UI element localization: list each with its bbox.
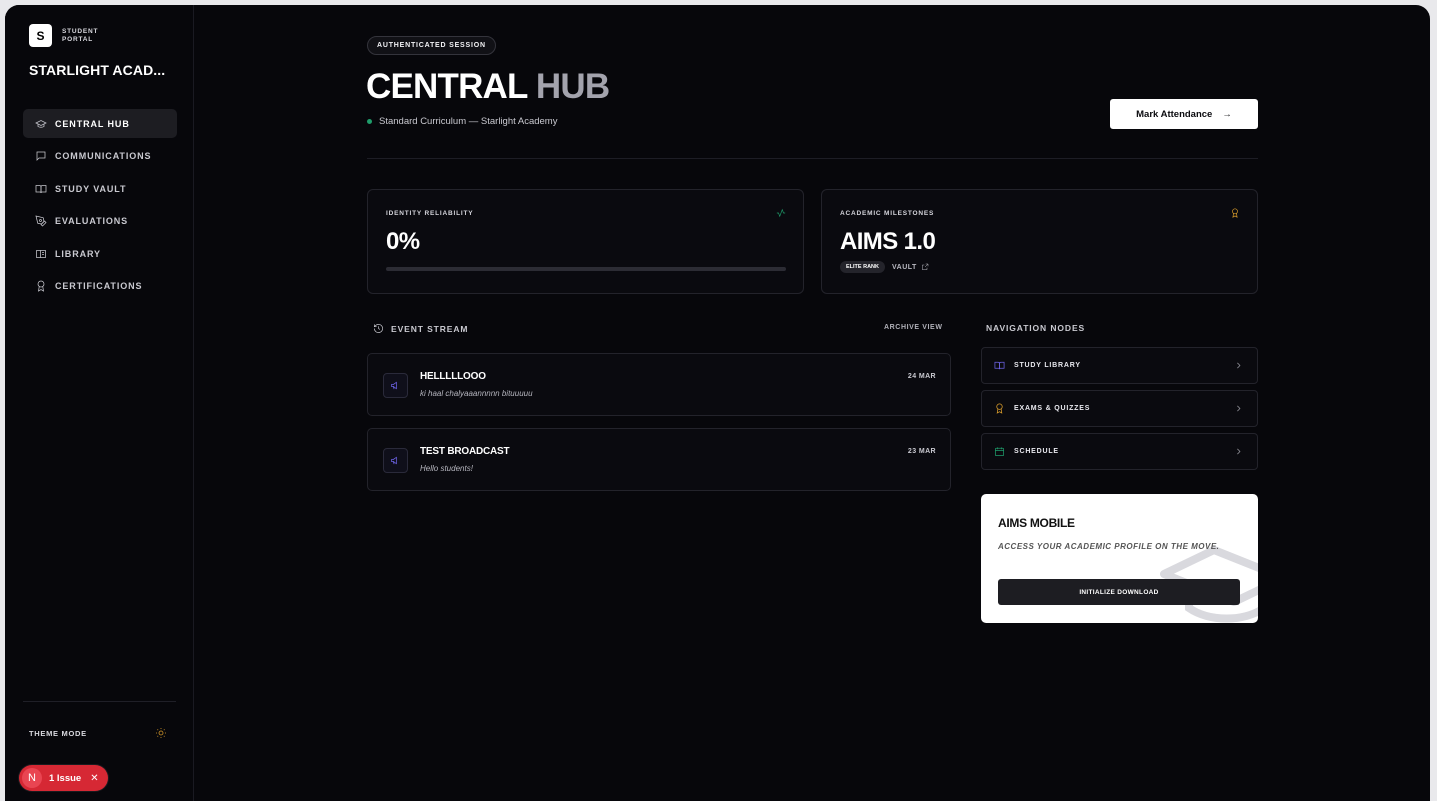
pen-tool-icon — [35, 215, 47, 227]
sidebar-item-label: CENTRAL HUB — [55, 118, 130, 129]
mark-attendance-button[interactable]: Mark Attendance → — [1110, 99, 1258, 129]
event-item[interactable]: TEST BROADCAST Hello students! 23 MAR — [367, 428, 951, 491]
brand-logo: S — [29, 24, 52, 47]
theme-toggle[interactable]: THEME MODE — [29, 727, 167, 739]
stat-label: ACADEMIC MILESTONES — [840, 210, 935, 217]
session-badge: AUTHENTICATED SESSION — [367, 36, 496, 55]
event-title: TEST BROADCAST — [420, 446, 510, 457]
next-logo-icon: N — [22, 768, 42, 788]
event-message: Hello students! — [420, 464, 473, 473]
activity-icon — [776, 208, 786, 218]
theme-mode-label: THEME MODE — [29, 728, 87, 738]
sidebar-item-label: COMMUNICATIONS — [55, 151, 152, 161]
sidebar-divider — [23, 701, 176, 702]
award-icon — [37, 280, 45, 292]
sidebar-item-label: CERTIFICATIONS — [55, 281, 143, 291]
archive-view-link[interactable]: ARCHIVE VIEW — [884, 324, 943, 331]
brand[interactable]: S STUDENT PORTAL — [29, 24, 112, 47]
nav-node-exams-quizzes[interactable]: EXAMS & QUIZZES — [981, 390, 1258, 427]
portal-label: STUDENT PORTAL — [62, 27, 99, 43]
library-book-icon — [36, 249, 46, 258]
external-link-icon — [921, 263, 929, 270]
sidebar-item-label: LIBRARY — [55, 248, 101, 259]
identity-progress-bar — [386, 267, 786, 271]
book-open-icon — [994, 361, 1005, 370]
event-date: 24 MAR — [907, 373, 936, 380]
sidebar-item-label: STUDY VAULT — [55, 183, 127, 194]
megaphone-icon — [383, 448, 408, 473]
nav-node-study-library[interactable]: STUDY LIBRARY — [981, 347, 1258, 384]
sidebar-item-certifications[interactable]: CERTIFICATIONS — [23, 272, 177, 301]
navigation-nodes-heading: NAVIGATION NODES — [986, 323, 1086, 333]
sidebar: S STUDENT PORTAL STARLIGHT ACAD... CENTR… — [5, 5, 194, 801]
nav-node-label: EXAMS & QUIZZES — [1014, 405, 1091, 412]
issue-count: 1 Issue — [49, 772, 82, 784]
sidebar-nav: CENTRAL HUB COMMUNICATIONS STUDY VAULT E… — [23, 109, 177, 304]
identity-reliability-value: 0% — [386, 228, 420, 255]
book-open-icon — [35, 184, 47, 193]
aims-mobile-card: AIMS MOBILE ACCESS YOUR ACADEMIC PROFILE… — [981, 494, 1258, 623]
sun-icon[interactable] — [155, 727, 167, 739]
sidebar-item-library[interactable]: LIBRARY — [23, 239, 177, 268]
sidebar-item-evaluations[interactable]: EVALUATIONS — [23, 207, 177, 236]
mobile-title: AIMS MOBILE — [998, 516, 1075, 530]
chevron-right-icon — [1237, 405, 1241, 412]
sidebar-item-communications[interactable]: COMMUNICATIONS — [23, 142, 177, 171]
page-subtitle: Standard Curriculum — Starlight Academy — [367, 116, 557, 127]
nav-node-schedule[interactable]: SCHEDULE — [981, 433, 1258, 470]
identity-reliability-card: IDENTITY RELIABILITY 0% — [367, 189, 804, 294]
sidebar-item-central-hub[interactable]: CENTRAL HUB — [23, 109, 177, 138]
issue-indicator[interactable]: N 1 Issue ✕ — [19, 765, 108, 791]
close-icon[interactable]: ✕ — [90, 773, 98, 784]
vault-link[interactable]: VAULT — [892, 263, 929, 271]
event-message: ki haal chalyaaannnnn bituuuuu — [420, 389, 533, 398]
stat-label: IDENTITY RELIABILITY — [386, 210, 474, 217]
event-date: 23 MAR — [907, 448, 936, 455]
rank-badge: ELITE RANK — [840, 261, 885, 273]
award-icon — [996, 403, 1003, 414]
event-stream-heading: EVENT STREAM — [373, 323, 468, 334]
nav-node-label: SCHEDULE — [1014, 448, 1059, 455]
rank-row: ELITE RANK VAULT — [840, 261, 929, 273]
message-square-icon — [36, 151, 46, 161]
school-name: STARLIGHT ACAD... — [29, 62, 166, 78]
chevron-right-icon — [1237, 448, 1241, 455]
sidebar-item-study-vault[interactable]: STUDY VAULT — [23, 174, 177, 203]
header-divider — [367, 158, 1258, 159]
mobile-description: ACCESS YOUR ACADEMIC PROFILE ON THE MOVE… — [998, 542, 1220, 551]
status-dot-icon — [367, 119, 372, 124]
sidebar-item-label: EVALUATIONS — [55, 216, 129, 226]
app-window: S STUDENT PORTAL STARLIGHT ACAD... CENTR… — [5, 5, 1430, 801]
arrow-right-icon: → — [1222, 108, 1232, 120]
chevron-right-icon — [1237, 362, 1241, 369]
award-icon — [1232, 208, 1238, 218]
nav-node-label: STUDY LIBRARY — [1014, 362, 1081, 369]
event-item[interactable]: HELLLLLOOO ki haal chalyaaannnnn bituuuu… — [367, 353, 951, 416]
graduation-cap-icon — [35, 119, 47, 128]
history-icon — [374, 324, 383, 333]
calendar-icon — [995, 447, 1004, 456]
initialize-download-button[interactable]: INITIALIZE DOWNLOAD — [998, 579, 1240, 605]
academic-milestones-card: ACADEMIC MILESTONES AIMS 1.0 ELITE RANK … — [821, 189, 1258, 294]
event-title: HELLLLLOOO — [420, 371, 486, 382]
milestone-value: AIMS 1.0 — [840, 228, 936, 255]
page-title: CENTRAL HUB — [366, 67, 610, 106]
megaphone-icon — [383, 373, 408, 398]
